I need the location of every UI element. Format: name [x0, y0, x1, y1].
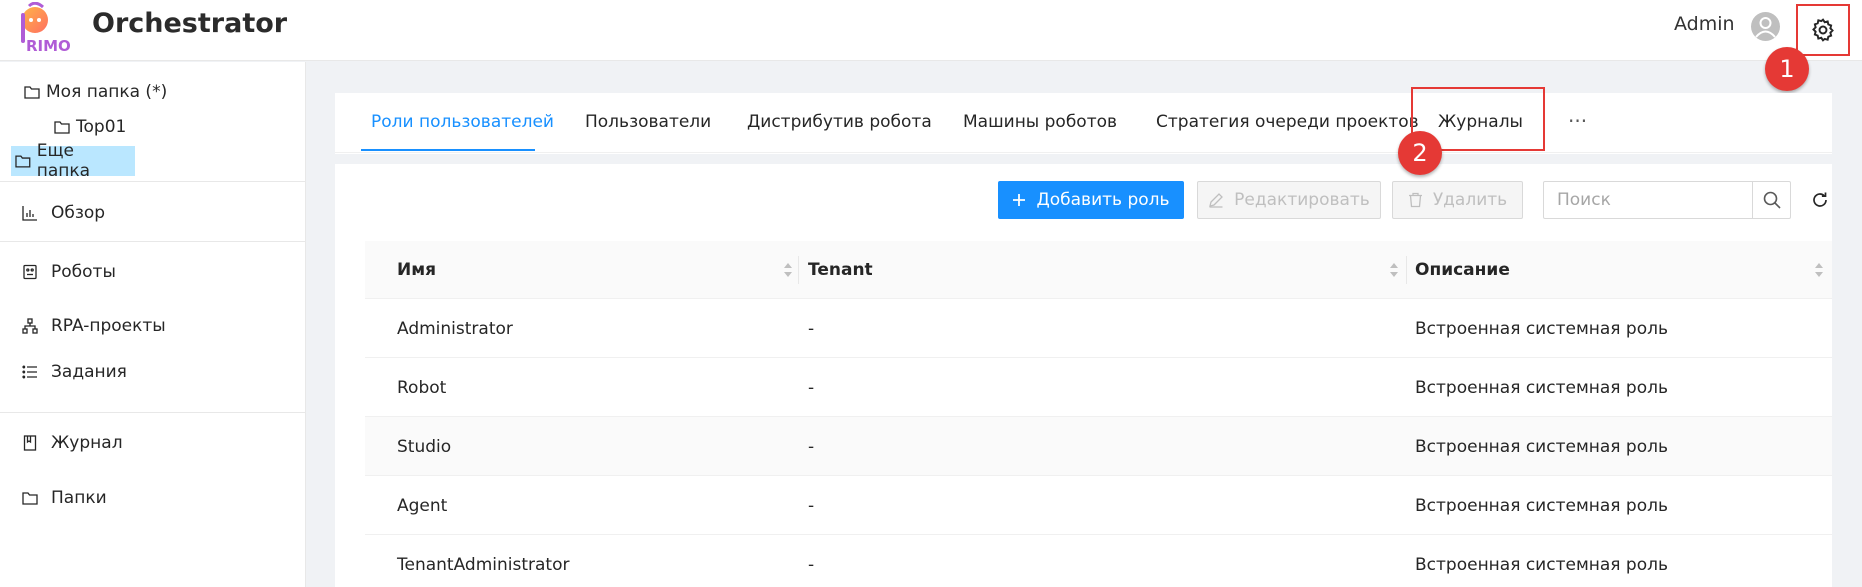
delete-label: Удалить [1432, 190, 1508, 210]
roles-table: Имя Tenant Описание Administrator - Встр… [365, 241, 1832, 587]
sidebar-divider [0, 181, 306, 182]
user-avatar[interactable] [1751, 12, 1780, 41]
cell-description: Встроенная системная роль [1415, 554, 1669, 575]
panel-spacer [335, 154, 1832, 164]
sidebar-item-rpa-projects[interactable]: RPA-проекты [22, 313, 166, 339]
sort-icon[interactable] [782, 261, 794, 279]
tab-robot-machines[interactable]: Машины роботов [963, 112, 1117, 152]
table-row[interactable]: Studio - Встроенная системная роль [365, 417, 1832, 476]
sidebar-item-journal[interactable]: Журнал [22, 430, 123, 456]
folder-icon [54, 121, 70, 134]
primo-logo: RIMO [21, 2, 71, 55]
folder-top01[interactable]: Top01 [50, 112, 130, 142]
tabs-more-button[interactable]: ··· [1568, 109, 1587, 133]
app-title: Orchestrator [92, 8, 288, 39]
main-panel: Роли пользователей Пользователи Дистрибу… [335, 87, 1832, 587]
cell-description: Встроенная системная роль [1415, 377, 1669, 398]
folder-label: Моя папка (*) [46, 82, 168, 102]
table-row[interactable]: TenantAdministrator - Встроенная системн… [365, 535, 1832, 587]
folder-label: Еще папка [36, 141, 91, 181]
cell-tenant: - [808, 318, 815, 339]
sort-icon[interactable] [1388, 261, 1400, 279]
search-input[interactable] [1543, 181, 1753, 219]
tab-robot-distribution[interactable]: Дистрибутив робота [747, 112, 932, 152]
tab-project-queue-strategy[interactable]: Стратегия очереди проектов [1156, 112, 1419, 152]
refresh-icon [1813, 192, 1827, 207]
column-divider [1406, 256, 1407, 284]
pencil-icon [1209, 193, 1224, 208]
trash-icon [1408, 192, 1422, 208]
column-divider [798, 256, 799, 284]
sidebar-item-label: RPA-проекты [51, 316, 166, 336]
tab-user-roles[interactable]: Роли пользователей [371, 112, 554, 152]
cell-name: Studio [397, 436, 452, 457]
refresh-button[interactable] [1809, 189, 1831, 211]
edit-label: Редактировать [1234, 190, 1370, 210]
cell-description: Встроенная системная роль [1415, 318, 1669, 339]
book-icon [23, 435, 37, 451]
column-header-description[interactable]: Описание [1415, 241, 1510, 299]
sidebar-item-folders[interactable]: Папки [22, 485, 107, 511]
folder-icon [15, 155, 31, 168]
column-header-tenant[interactable]: Tenant [808, 241, 873, 299]
annotation-callout-2: 2 [1398, 131, 1442, 175]
sidebar-item-robots[interactable]: Роботы [22, 259, 116, 285]
add-role-button[interactable]: Добавить роль [998, 181, 1184, 219]
folder-icon [22, 492, 38, 505]
sidebar-divider [0, 241, 306, 242]
bar-chart-icon [22, 206, 37, 221]
top-header: RIMO Orchestrator Admin [0, 0, 1862, 61]
robot-icon [23, 264, 37, 280]
table-header: Имя Tenant Описание [365, 241, 1832, 299]
folder-my-folder[interactable]: Моя папка (*) [20, 77, 171, 107]
folder-icon [24, 86, 40, 99]
folder-label: Top01 [76, 117, 127, 137]
logo-text: RIMO [26, 37, 71, 55]
edit-button[interactable]: Редактировать [1197, 181, 1381, 219]
plus-icon [1013, 194, 1026, 206]
tab-bar: Роли пользователей Пользователи Дистрибу… [335, 87, 1832, 153]
settings-button[interactable] [1796, 4, 1850, 56]
sidebar-item-label: Задания [51, 362, 127, 382]
cell-tenant: - [808, 377, 815, 398]
active-tab-indicator [361, 149, 535, 151]
search-icon [1763, 191, 1781, 209]
folder-another-folder[interactable]: Еще папка [11, 141, 135, 181]
sidebar-item-label: Журнал [51, 433, 123, 453]
table-row[interactable]: Agent - Встроенная системная роль [365, 476, 1832, 535]
sidebar-item-tasks[interactable]: Задания [22, 359, 127, 385]
sidebar-item-label: Обзор [51, 203, 106, 223]
delete-button[interactable]: Удалить [1392, 181, 1523, 219]
tab-users[interactable]: Пользователи [585, 112, 711, 152]
user-name[interactable]: Admin [1674, 13, 1735, 35]
cell-tenant: - [808, 495, 815, 516]
sidebar-item-overview[interactable]: Обзор [22, 200, 105, 226]
gear-icon [1812, 18, 1834, 42]
sidebar-item-label: Роботы [51, 262, 116, 282]
search-button[interactable] [1752, 181, 1791, 219]
annotation-callout-1: 1 [1765, 47, 1809, 91]
sidebar-divider [0, 412, 306, 413]
add-role-label: Добавить роль [1036, 190, 1170, 210]
user-icon [1755, 17, 1776, 38]
column-header-name[interactable]: Имя [397, 241, 436, 299]
sidebar: Моя папка (*) Top01 Еще папка Обзор Робо… [0, 62, 306, 587]
cell-name: Agent [397, 495, 448, 516]
table-row[interactable]: Robot - Встроенная системная роль [365, 358, 1832, 417]
list-icon [22, 365, 37, 379]
cell-tenant: - [808, 436, 815, 457]
sitemap-icon [22, 318, 38, 334]
cell-name: Administrator [397, 318, 513, 339]
cell-description: Встроенная системная роль [1415, 495, 1669, 516]
cell-name: Robot [397, 377, 447, 398]
cell-tenant: - [808, 554, 815, 575]
table-row[interactable]: Administrator - Встроенная системная рол… [365, 299, 1832, 358]
cell-description: Встроенная системная роль [1415, 436, 1669, 457]
sort-icon[interactable] [1813, 261, 1825, 279]
cell-name: TenantAdministrator [397, 554, 570, 575]
sidebar-item-label: Папки [51, 488, 107, 508]
